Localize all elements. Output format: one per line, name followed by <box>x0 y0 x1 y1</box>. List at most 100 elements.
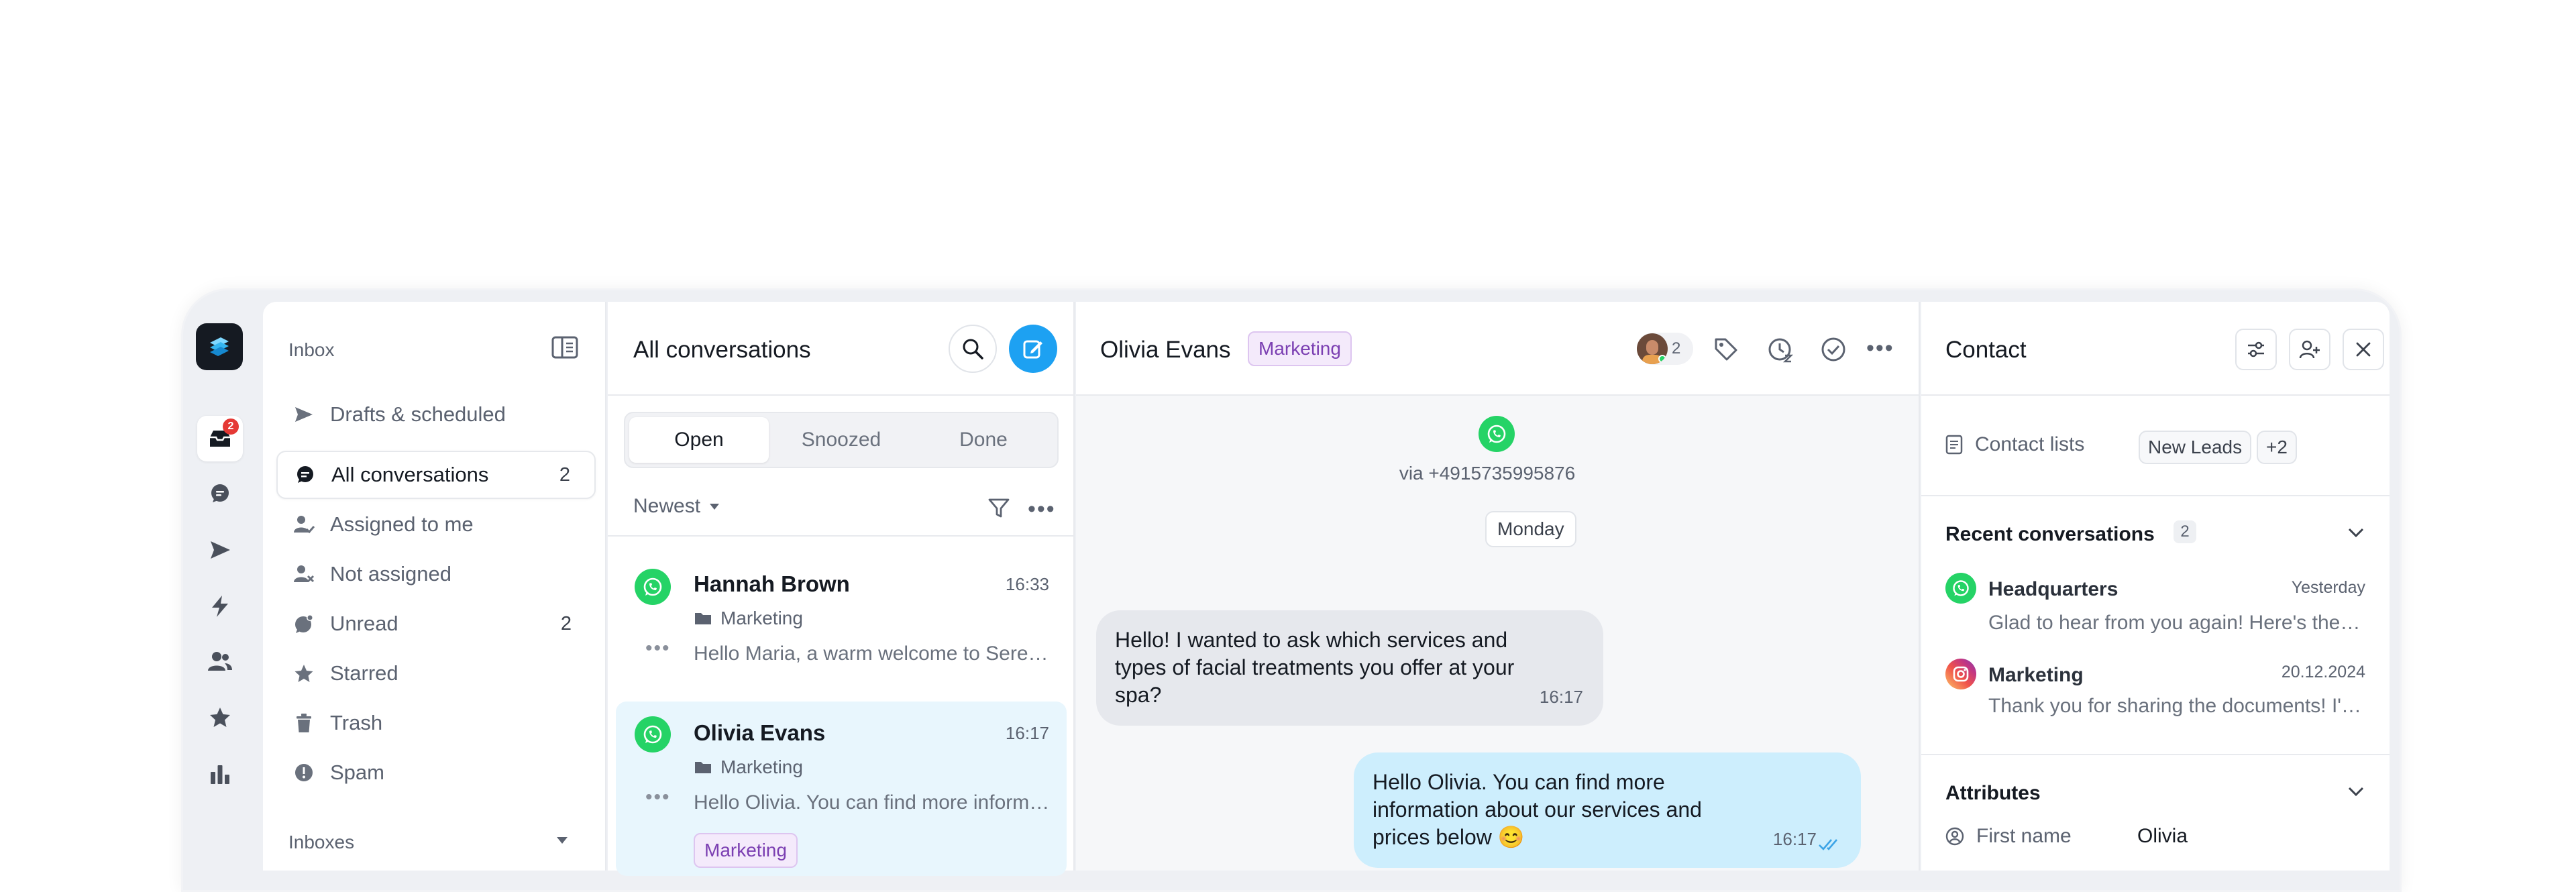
nav-unread[interactable]: Unread 2 <box>276 600 596 648</box>
conversation-folder: Marketing <box>694 608 803 629</box>
compose-icon <box>1023 340 1042 359</box>
mark-done-button[interactable] <box>1821 337 1846 366</box>
list-title: All conversations <box>633 337 811 363</box>
collapse-sidebar-button[interactable] <box>551 335 578 359</box>
nav-all-conversations[interactable]: All conversations 2 <box>276 451 596 499</box>
list-header: All conversations <box>608 302 1073 396</box>
filter-icon <box>988 498 1010 518</box>
more-options-icon[interactable]: ••• <box>1028 496 1056 522</box>
search-button[interactable] <box>949 325 997 373</box>
contact-panel: Contact Contact lists New Leads +2 Recen… <box>1921 302 2390 871</box>
message-status-icon: ••• <box>645 786 671 808</box>
inbox-sidebar: Inbox Drafts & scheduled All conversatio… <box>263 302 606 871</box>
sidebar-toggle-icon <box>551 336 578 359</box>
recent-conversation-preview: Glad to hear from you again! Here's the … <box>1988 612 2365 634</box>
whatsapp-icon <box>635 569 671 605</box>
close-panel-button[interactable] <box>2343 329 2384 370</box>
chevron-down-icon[interactable] <box>2347 526 2365 539</box>
chevron-down-icon <box>710 503 720 510</box>
inboxes-expand-icon[interactable] <box>557 837 568 844</box>
whatsapp-icon <box>635 716 671 752</box>
document-icon <box>1945 435 1963 455</box>
tab-done[interactable]: Done <box>914 417 1053 463</box>
chat-contact-name[interactable]: Olivia Evans <box>1100 337 1231 364</box>
more-options-icon[interactable]: ••• <box>1866 335 1894 361</box>
whatsapp-channel-icon <box>1479 416 1515 452</box>
conversation-time: 16:33 <box>1005 574 1049 594</box>
attribute-label: First name <box>1976 825 2072 847</box>
snooze-button[interactable] <box>1767 337 1794 367</box>
add-contact-button[interactable] <box>2289 329 2330 370</box>
filter-button[interactable] <box>987 496 1010 522</box>
tag-button[interactable] <box>1713 337 1739 366</box>
chat-bubble-icon <box>211 484 229 502</box>
nav-label: Trash <box>330 711 383 734</box>
assignee-count: 2 <box>1672 339 1681 357</box>
tab-open[interactable]: Open <box>629 417 769 463</box>
send-icon <box>292 403 315 426</box>
nav-not-assigned[interactable]: Not assigned <box>276 550 596 598</box>
contact-list-more-chip[interactable]: +2 <box>2257 431 2297 464</box>
folder-label: Marketing <box>720 608 803 628</box>
assignees-button[interactable]: 2 <box>1637 333 1693 365</box>
conversation-item[interactable]: Hannah Brown 16:33 Marketing ••• Hello M… <box>616 551 1067 679</box>
compose-button[interactable] <box>1009 325 1057 373</box>
nav-label: Not assigned <box>330 562 451 586</box>
nav-starred[interactable]: Starred <box>276 649 596 698</box>
conversation-contact-name: Olivia Evans <box>694 720 826 745</box>
divider <box>1921 754 2390 755</box>
nav-drafts-scheduled[interactable]: Drafts & scheduled <box>276 390 596 439</box>
rail-starred-button[interactable] <box>197 695 243 740</box>
rail-analytics-button[interactable] <box>197 751 243 797</box>
nav-assigned-to-me[interactable]: Assigned to me <box>276 500 596 549</box>
message-outgoing: Hello Olivia. You can find more informat… <box>1354 752 1861 868</box>
conversation-time: 16:17 <box>1005 723 1049 743</box>
recent-conversations-title[interactable]: Recent conversations <box>1945 523 2155 546</box>
conversation-preview: Hello Olivia. You can find more informat… <box>694 791 1056 814</box>
conversation-item-selected[interactable]: Olivia Evans 16:17 Marketing ••• Hello O… <box>616 702 1067 876</box>
sort-dropdown[interactable]: Newest <box>633 495 720 518</box>
star-icon <box>210 708 230 727</box>
app-logo[interactable] <box>196 323 243 370</box>
unread-icon <box>292 612 315 635</box>
attribute-value[interactable]: Olivia <box>2137 825 2188 848</box>
message-status-icon: ••• <box>645 637 671 659</box>
recent-conversation-item[interactable]: Marketing 20.12.2024 Thank you for shari… <box>1921 651 2390 723</box>
send-icon <box>211 541 230 559</box>
nav-trash[interactable]: Trash <box>276 699 596 747</box>
inbox-title: Inbox <box>288 339 335 360</box>
nav-spam[interactable]: Spam <box>276 748 596 797</box>
status-tabs: Open Snoozed Done <box>624 412 1059 468</box>
chevron-down-icon[interactable] <box>2347 785 2365 798</box>
contact-list-chip[interactable]: New Leads <box>2139 431 2252 464</box>
lightning-icon <box>212 596 228 617</box>
rail-inbox-button[interactable]: 2 <box>197 416 243 461</box>
tab-snoozed[interactable]: Snoozed <box>771 417 911 463</box>
attributes-title[interactable]: Attributes <box>1945 782 2041 805</box>
recent-conversation-item[interactable]: Headquarters Yesterday Glad to hear from… <box>1921 565 2390 637</box>
chat-tag[interactable]: Marketing <box>1248 331 1352 366</box>
whatsapp-icon <box>1945 573 1976 604</box>
nav-count: 2 <box>559 463 570 486</box>
tag-icon <box>1715 338 1737 361</box>
folder-icon <box>695 762 711 773</box>
logo-icon <box>210 337 229 356</box>
rail-campaigns-button[interactable] <box>197 527 243 573</box>
contact-header: Contact <box>1921 302 2390 396</box>
rail-automations-button[interactable] <box>197 583 243 629</box>
chat-panel: Olivia Evans Marketing 2 ••• via +491573… <box>1076 302 1920 871</box>
clock-snooze-icon <box>1768 338 1794 363</box>
contact-title: Contact <box>1945 337 2027 363</box>
trash-icon <box>292 712 315 734</box>
alert-icon <box>292 761 315 784</box>
conversation-contact-name: Hannah Brown <box>694 571 850 596</box>
avatar <box>1637 333 1668 364</box>
user-plus-icon <box>2299 340 2320 359</box>
rail-contacts-button[interactable] <box>197 638 243 684</box>
rail-chats-button[interactable] <box>197 471 243 516</box>
contact-settings-button[interactable] <box>2235 329 2277 370</box>
instagram-icon <box>1945 659 1976 689</box>
nav-label: All conversations <box>331 463 489 486</box>
recent-conversation-date: Yesterday <box>2291 578 2365 597</box>
nav-label: Assigned to me <box>330 512 474 536</box>
